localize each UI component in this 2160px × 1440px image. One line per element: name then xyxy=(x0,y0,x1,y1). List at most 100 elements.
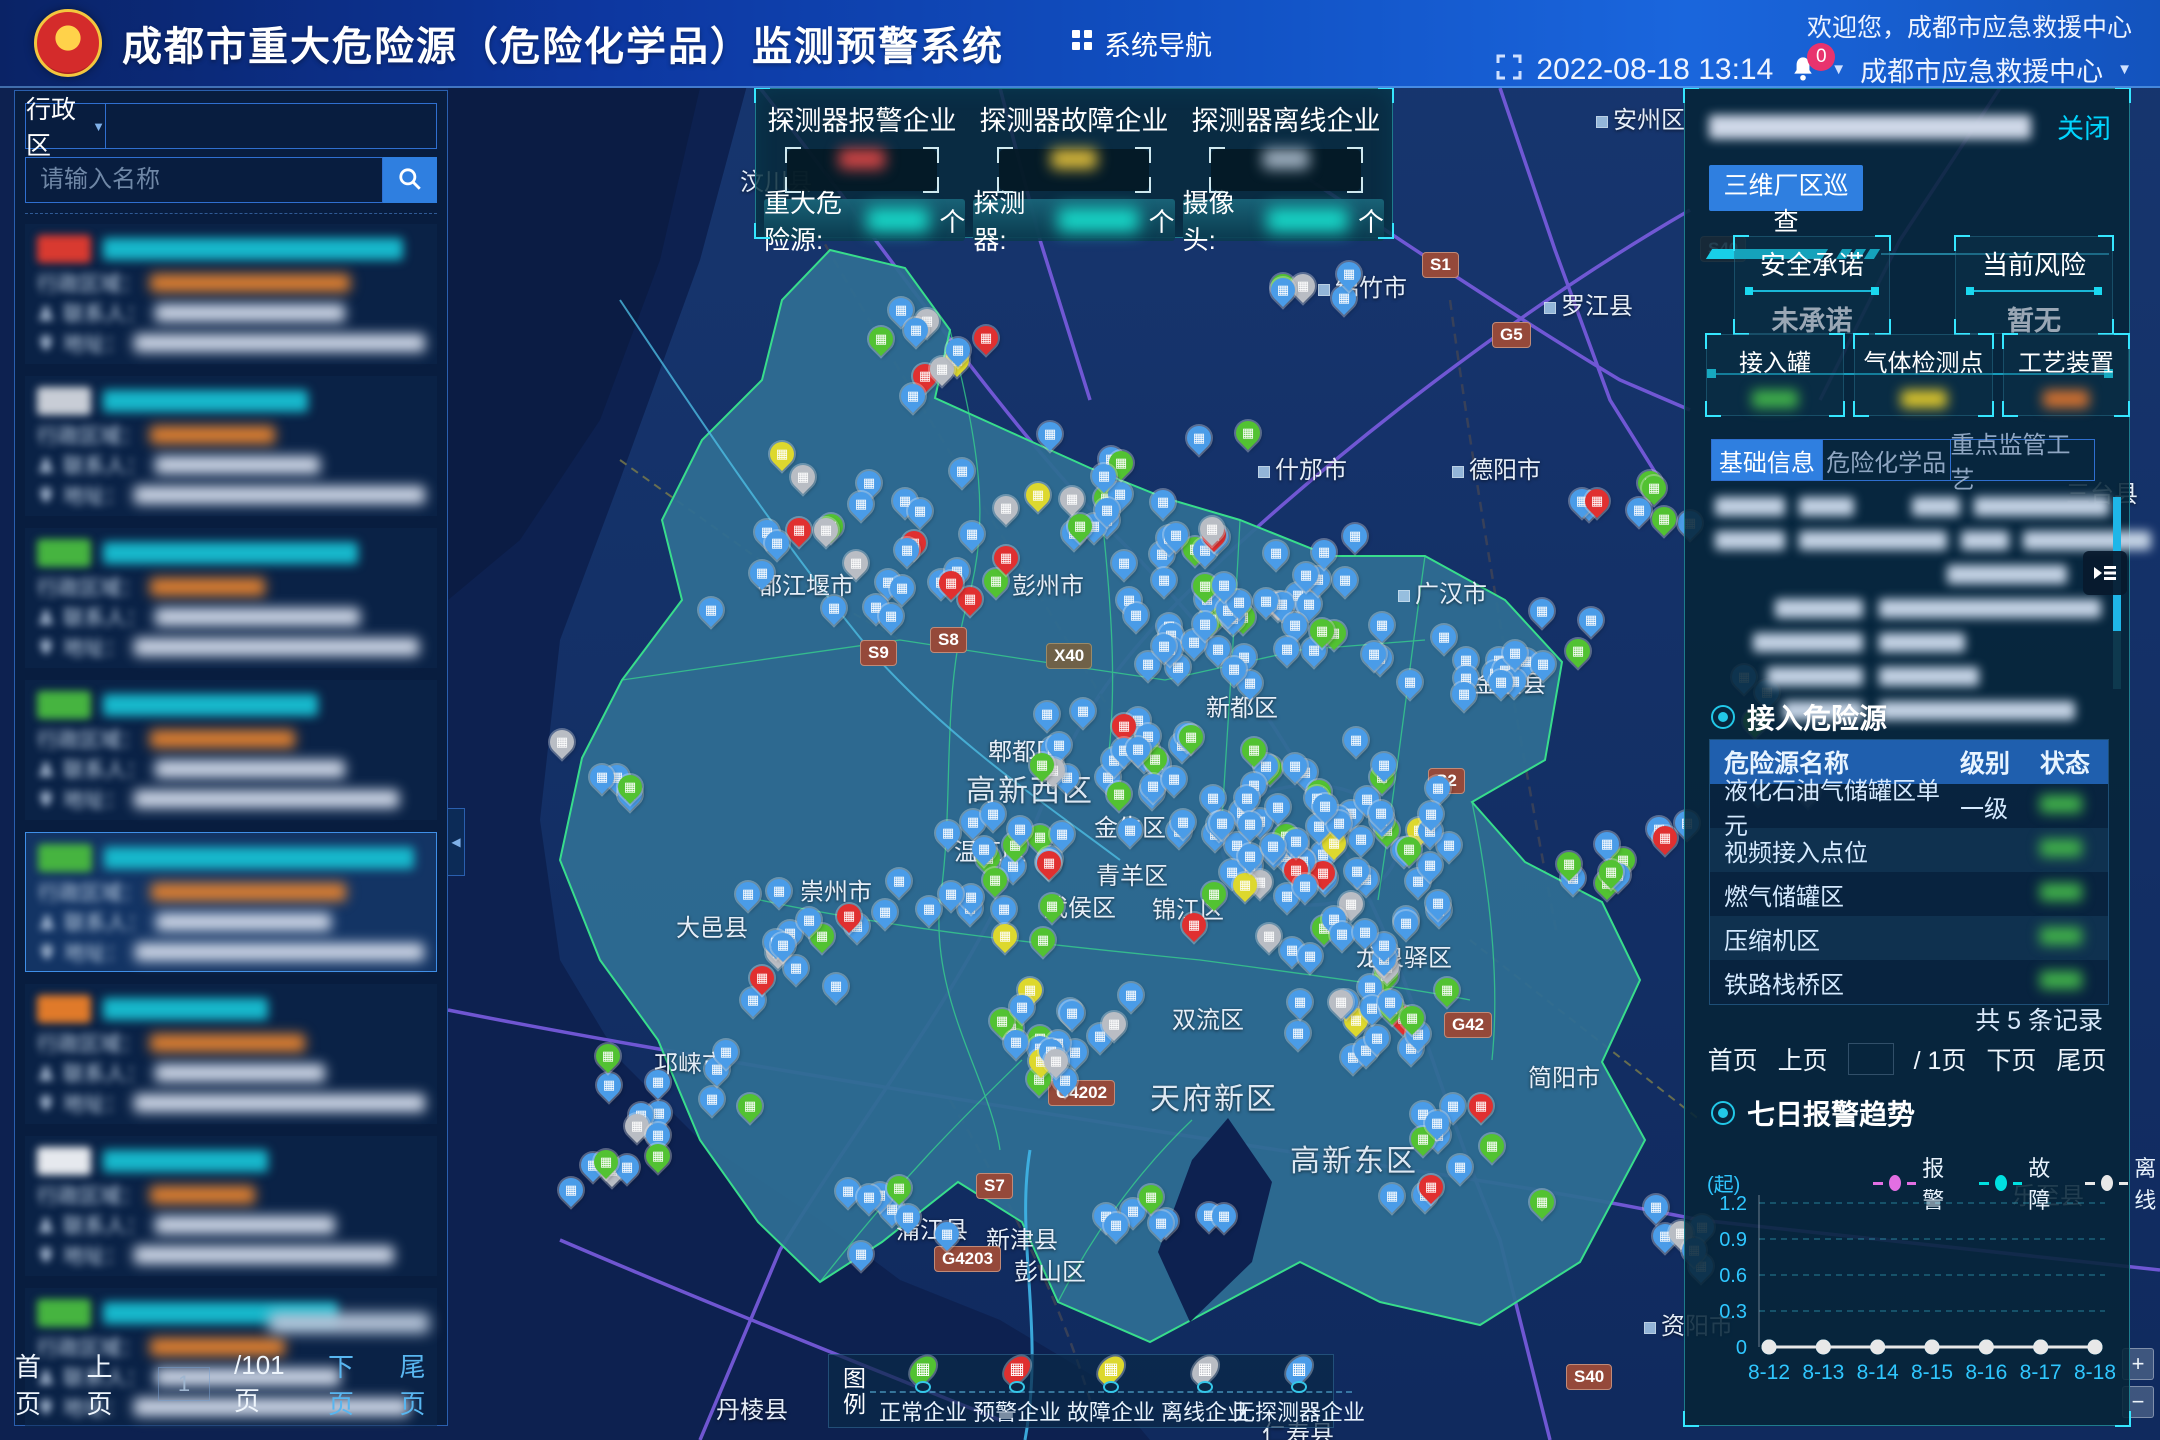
next-page-button[interactable]: 下页 xyxy=(1986,1041,2036,1077)
enterprise-marker-green[interactable]: ▦ xyxy=(1026,923,1060,957)
enterprise-marker-blue[interactable]: ▦ xyxy=(1188,607,1222,641)
enterprise-marker-green[interactable]: ▦ xyxy=(1035,889,1069,923)
enterprise-card[interactable]: 行政区域：联系人：地址： xyxy=(25,832,437,972)
enterprise-marker-blue[interactable]: ▦ xyxy=(1360,1021,1394,1055)
region-value-input[interactable] xyxy=(106,103,437,149)
enterprise-marker-blue[interactable]: ▦ xyxy=(1113,813,1147,847)
enterprise-marker-blue[interactable]: ▦ xyxy=(1639,1190,1673,1224)
table-row[interactable]: 压缩机区 xyxy=(1710,916,2108,960)
next-page-button[interactable]: 下页 xyxy=(328,1347,376,1421)
notification-bell-icon[interactable]: 0 xyxy=(1787,55,1817,85)
enterprise-marker-yellow[interactable]: ▦ xyxy=(1021,478,1055,512)
enterprise-card[interactable]: 行政区域：联系人：地址： xyxy=(25,224,437,364)
enterprise-marker-gray[interactable]: ▦ xyxy=(1055,482,1089,516)
enterprise-marker-green[interactable]: ▦ xyxy=(882,1171,916,1205)
tab-basic-info[interactable]: 基础信息 xyxy=(1712,440,1822,480)
enterprise-card[interactable]: 行政区域：联系人：地址： xyxy=(25,376,437,516)
enterprise-marker-blue[interactable]: ▦ xyxy=(1484,665,1518,699)
enterprise-marker-blue[interactable]: ▦ xyxy=(1393,665,1427,699)
org-selector[interactable]: 成都市应急救援中心 xyxy=(1860,50,2103,89)
enterprise-marker-green[interactable]: ▦ xyxy=(613,770,647,804)
enterprise-marker-blue[interactable]: ▦ xyxy=(1574,603,1608,637)
enterprise-marker-blue[interactable]: ▦ xyxy=(1443,1150,1477,1184)
enterprise-marker-green[interactable]: ▦ xyxy=(733,1089,767,1123)
enterprise-marker-blue[interactable]: ▦ xyxy=(931,816,965,850)
enterprise-marker-green[interactable]: ▦ xyxy=(1231,416,1265,450)
enterprise-marker-blue[interactable]: ▦ xyxy=(1259,536,1293,570)
enterprise-marker-blue[interactable]: ▦ xyxy=(868,895,902,929)
enterprise-marker-blue[interactable]: ▦ xyxy=(1622,493,1656,527)
enterprise-marker-blue[interactable]: ▦ xyxy=(1055,996,1089,1030)
page-number-input[interactable] xyxy=(158,1367,210,1401)
chevron-down-icon[interactable]: ▼ xyxy=(1831,61,1846,78)
enterprise-marker-blue[interactable]: ▦ xyxy=(1367,748,1401,782)
enterprise-marker-red[interactable]: ▦ xyxy=(1648,821,1682,855)
trend-legend-item[interactable]: 故障 xyxy=(1979,1151,2061,1215)
last-page-button[interactable]: 尾页 xyxy=(2056,1041,2106,1077)
enterprise-marker-red[interactable]: ▦ xyxy=(1177,908,1211,942)
enterprise-marker-blue[interactable]: ▦ xyxy=(1090,493,1124,527)
enterprise-marker-blue[interactable]: ▦ xyxy=(1207,568,1241,602)
enterprise-marker-blue[interactable]: ▦ xyxy=(1066,694,1100,728)
table-row[interactable]: 视频接入点位 xyxy=(1710,828,2108,872)
trend-legend-item[interactable]: 离线 xyxy=(2085,1151,2160,1215)
enterprise-marker-blue[interactable]: ▦ xyxy=(695,1082,729,1116)
sidebar-collapse-handle[interactable]: ◀ xyxy=(448,808,465,876)
enterprise-marker-green[interactable]: ▦ xyxy=(1395,1001,1429,1035)
enterprise-marker-blue[interactable]: ▦ xyxy=(1340,854,1374,888)
enterprise-marker-blue[interactable]: ▦ xyxy=(641,1065,675,1099)
enterprise-marker-red[interactable]: ▦ xyxy=(989,541,1023,575)
enterprise-marker-gray[interactable]: ▦ xyxy=(839,546,873,580)
enterprise-marker-blue[interactable]: ▦ xyxy=(891,1200,925,1234)
enterprise-marker-blue[interactable]: ▦ xyxy=(1283,985,1317,1019)
enterprise-marker-blue[interactable]: ▦ xyxy=(955,517,989,551)
enterprise-marker-blue[interactable]: ▦ xyxy=(1421,771,1455,805)
enterprise-marker-blue[interactable]: ▦ xyxy=(945,454,979,488)
table-row[interactable]: 液化石油气储罐区单元一级 xyxy=(1710,784,2108,828)
search-input[interactable] xyxy=(25,157,383,203)
enterprise-marker-blue[interactable]: ▦ xyxy=(1328,563,1362,597)
enterprise-marker-blue[interactable]: ▦ xyxy=(885,571,919,605)
enterprise-marker-blue[interactable]: ▦ xyxy=(819,969,853,1003)
enterprise-marker-red[interactable]: ▦ xyxy=(1580,484,1614,518)
enterprise-marker-blue[interactable]: ▦ xyxy=(1207,1199,1241,1233)
tab-hazardous-chemicals[interactable]: 危险化学品 xyxy=(1822,440,1950,480)
enterprise-marker-blue[interactable]: ▦ xyxy=(745,556,779,590)
enterprise-card[interactable]: 行政区域：联系人：地址： xyxy=(25,1136,437,1276)
enterprise-marker-blue[interactable]: ▦ xyxy=(766,928,800,962)
enterprise-marker-blue[interactable]: ▦ xyxy=(709,1035,743,1069)
enterprise-marker-blue[interactable]: ▦ xyxy=(1146,485,1180,519)
enterprise-marker-blue[interactable]: ▦ xyxy=(941,333,975,367)
enterprise-marker-blue[interactable]: ▦ xyxy=(762,874,796,908)
enterprise-marker-red[interactable]: ▦ xyxy=(969,321,1003,355)
enterprise-marker-blue[interactable]: ▦ xyxy=(1005,990,1039,1024)
enterprise-marker-blue[interactable]: ▦ xyxy=(1099,1208,1133,1242)
enterprise-marker-green[interactable]: ▦ xyxy=(1475,1129,1509,1163)
tab-key-processes[interactable]: 重点监管工艺 xyxy=(1950,440,2094,480)
enterprise-marker-blue[interactable]: ▦ xyxy=(1119,598,1153,632)
enterprise-marker-blue[interactable]: ▦ xyxy=(1045,817,1079,851)
enterprise-marker-blue[interactable]: ▦ xyxy=(890,533,924,567)
enterprise-marker-green[interactable]: ▦ xyxy=(641,1139,675,1173)
enterprise-marker-blue[interactable]: ▦ xyxy=(1364,796,1398,830)
table-row[interactable]: 燃气储罐区 xyxy=(1710,872,2108,916)
table-row[interactable]: 铁路栈桥区 xyxy=(1710,960,2108,1004)
enterprise-marker-blue[interactable]: ▦ xyxy=(1030,697,1064,731)
system-nav-button[interactable]: 系统导航 xyxy=(1070,24,1212,63)
enterprise-marker-blue[interactable]: ▦ xyxy=(1293,939,1327,973)
page-number-input[interactable] xyxy=(1848,1043,1894,1075)
enterprise-marker-gray[interactable]: ▦ xyxy=(1039,1044,1073,1078)
enterprise-marker-yellow[interactable]: ▦ xyxy=(1228,868,1262,902)
enterprise-marker-blue[interactable]: ▦ xyxy=(1166,805,1200,839)
enterprise-marker-blue[interactable]: ▦ xyxy=(1147,563,1181,597)
enterprise-marker-blue[interactable]: ▦ xyxy=(1357,637,1391,671)
enterprise-marker-blue[interactable]: ▦ xyxy=(1339,723,1373,757)
enterprise-marker-blue[interactable]: ▦ xyxy=(1375,1179,1409,1213)
enterprise-marker-blue[interactable]: ▦ xyxy=(1159,518,1193,552)
enterprise-marker-green[interactable]: ▦ xyxy=(1305,614,1339,648)
enterprise-marker-blue[interactable]: ▦ xyxy=(1281,1016,1315,1050)
enterprise-marker-green[interactable]: ▦ xyxy=(1392,832,1426,866)
enterprise-marker-blue[interactable]: ▦ xyxy=(554,1173,588,1207)
enterprise-marker-blue[interactable]: ▦ xyxy=(987,892,1021,926)
enterprise-marker-blue[interactable]: ▦ xyxy=(1498,636,1532,670)
